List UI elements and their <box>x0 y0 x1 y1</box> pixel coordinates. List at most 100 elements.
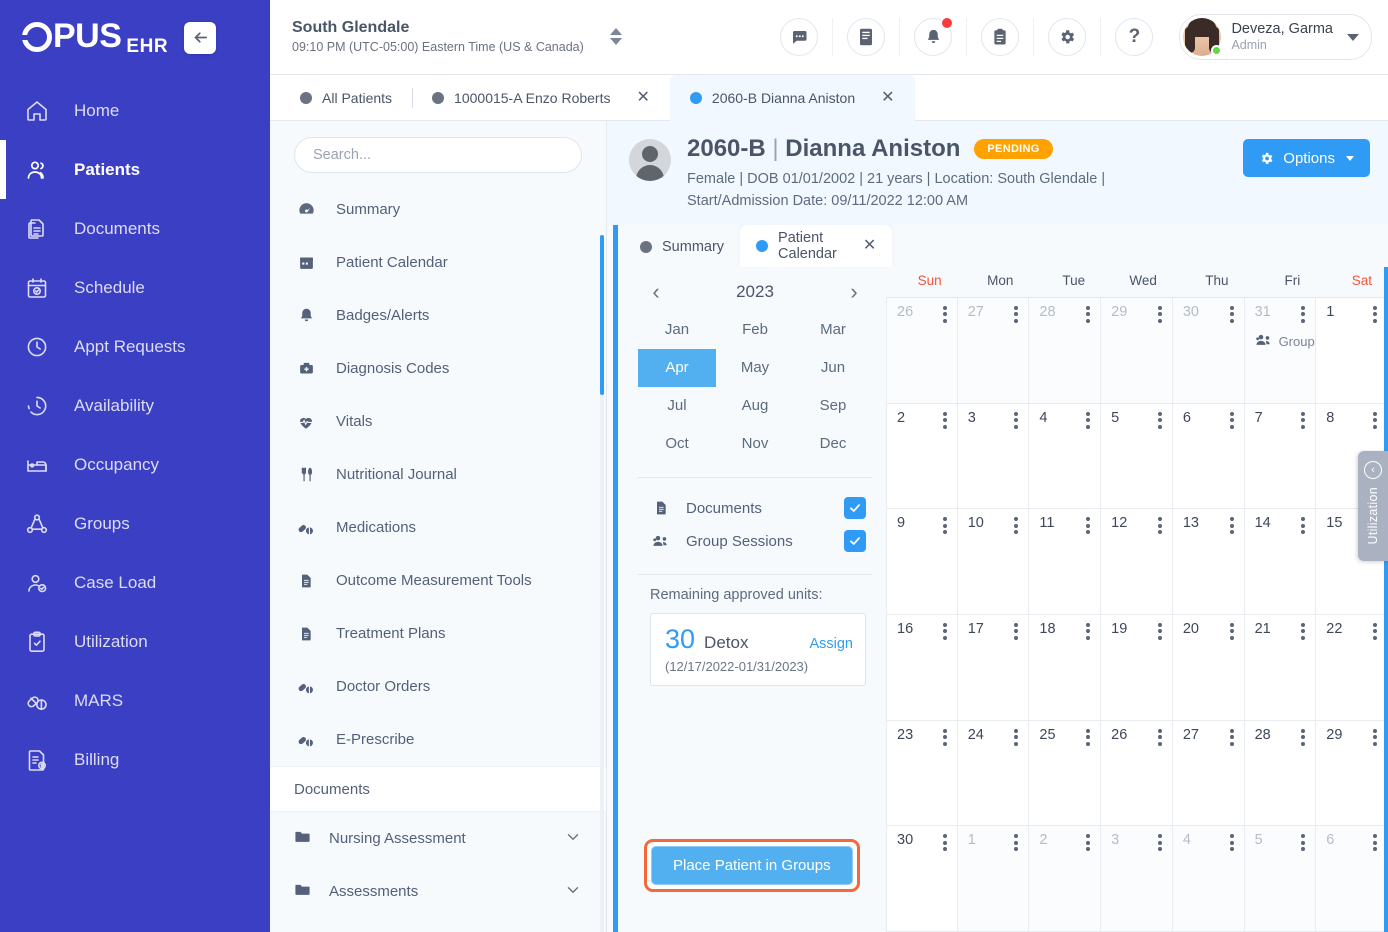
calendar-cell-menu-icon[interactable] <box>1156 727 1164 748</box>
sidebar-item-mars[interactable]: MARS <box>0 671 270 730</box>
calendar-day-cell[interactable]: 17 <box>957 614 1030 721</box>
calendar-cell-menu-icon[interactable] <box>1084 832 1092 853</box>
calendar-day-cell[interactable]: 4 <box>1029 403 1102 510</box>
calendar-cell-menu-icon[interactable] <box>1012 832 1020 853</box>
search-input[interactable] <box>294 137 582 173</box>
calendar-cell-menu-icon[interactable] <box>1371 304 1379 325</box>
calendar-cell-menu-icon[interactable] <box>1156 304 1164 325</box>
calendar-cell-menu-icon[interactable] <box>1012 304 1020 325</box>
calendar-cell-menu-icon[interactable] <box>1228 515 1236 536</box>
calendar-day-cell[interactable]: 14 <box>1244 509 1317 615</box>
patient-menu-folder-nursing-assessment[interactable]: Nursing Assessment <box>270 812 606 865</box>
calendar-day-cell[interactable]: 2 <box>886 403 958 510</box>
calendar-day-cell[interactable]: 3 <box>1101 826 1173 932</box>
calendar-cell-menu-icon[interactable] <box>941 304 949 325</box>
calendar-cell-menu-icon[interactable] <box>1084 410 1092 431</box>
sidebar-item-groups[interactable]: Groups <box>0 494 270 553</box>
patient-menu-item-medications[interactable]: Medications <box>270 501 606 554</box>
month-cell-mar[interactable]: Mar <box>794 311 872 349</box>
calendar-day-cell[interactable]: 9 <box>886 509 958 615</box>
patient-menu-item-treatment-plans[interactable]: Treatment Plans <box>270 607 606 660</box>
calendar-cell-menu-icon[interactable] <box>1228 410 1236 431</box>
calendar-day-cell[interactable]: 3 <box>957 403 1030 510</box>
inner-tab-summary[interactable]: Summary <box>624 226 741 267</box>
calendar-day-cell[interactable]: 26 <box>1101 720 1173 827</box>
close-icon[interactable]: ✕ <box>637 90 650 106</box>
calendar-filter-group-sessions[interactable]: Group Sessions <box>650 525 866 558</box>
prev-year-button[interactable]: ‹ <box>646 280 666 303</box>
calendar-cell-menu-icon[interactable] <box>1084 621 1092 642</box>
sidebar-item-billing[interactable]: Billing <box>0 730 270 789</box>
sidebar-item-availability[interactable]: Availability <box>0 376 270 435</box>
notes-icon[interactable] <box>847 18 886 56</box>
sidebar-item-appt-requests[interactable]: Appt Requests <box>0 317 270 376</box>
calendar-cell-menu-icon[interactable] <box>1156 515 1164 536</box>
assign-units-link[interactable]: Assign <box>809 636 853 652</box>
calendar-cell-menu-icon[interactable] <box>1084 727 1092 748</box>
calendar-cell-menu-icon[interactable] <box>1371 727 1379 748</box>
patient-menu-item-e-prescribe[interactable]: E-Prescribe <box>270 713 606 766</box>
sidebar-item-home[interactable]: Home <box>0 81 270 140</box>
chevron-down-icon[interactable] <box>564 828 582 850</box>
calendar-cell-menu-icon[interactable] <box>1299 727 1307 748</box>
calendar-cell-menu-icon[interactable] <box>1228 727 1236 748</box>
clipboard-icon[interactable] <box>981 18 1020 56</box>
calendar-day-cell[interactable]: 21 <box>1244 614 1317 721</box>
calendar-day-cell[interactable]: 22 <box>1316 614 1388 721</box>
calendar-cell-menu-icon[interactable] <box>1156 832 1164 853</box>
calendar-day-cell[interactable]: 13 <box>1172 509 1245 615</box>
calendar-day-cell[interactable]: 6 <box>1172 403 1245 510</box>
calendar-day-cell[interactable]: 29 <box>1316 720 1388 827</box>
calendar-day-cell[interactable]: 30 <box>886 826 958 932</box>
sidebar-item-patients[interactable]: Patients <box>0 140 270 199</box>
user-menu[interactable]: Deveza, Garma Admin <box>1179 14 1372 60</box>
month-cell-may[interactable]: May <box>716 349 794 387</box>
facility-selector[interactable]: South Glendale 09:10 PM (UTC-05:00) East… <box>292 18 622 55</box>
calendar-cell-menu-icon[interactable] <box>1371 832 1379 853</box>
month-cell-dec[interactable]: Dec <box>794 425 872 463</box>
patient-menu-item-doctor-orders[interactable]: Doctor Orders <box>270 660 606 713</box>
patient-menu-item-vitals[interactable]: Vitals <box>270 395 606 448</box>
patient-menu-item-nutritional-journal[interactable]: Nutritional Journal <box>270 448 606 501</box>
calendar-day-cell[interactable]: 30 <box>1172 297 1245 404</box>
help-icon[interactable]: ? <box>1115 18 1154 56</box>
patient-tab-3[interactable]: 2060-B Dianna Aniston ✕ <box>669 75 915 122</box>
calendar-cell-menu-icon[interactable] <box>1084 515 1092 536</box>
patient-tab-2[interactable]: 1000015-A Enzo Roberts ✕ <box>412 75 670 121</box>
month-cell-jan[interactable]: Jan <box>638 311 716 349</box>
scrollbar-thumb[interactable] <box>600 235 604 395</box>
calendar-cell-menu-icon[interactable] <box>1012 515 1020 536</box>
calendar-day-cell[interactable]: 12 <box>1101 509 1173 615</box>
sidebar-collapse-button[interactable] <box>184 21 217 54</box>
calendar-cell-menu-icon[interactable] <box>1156 621 1164 642</box>
calendar-cell-menu-icon[interactable] <box>1012 410 1020 431</box>
calendar-day-cell[interactable]: 19 <box>1101 614 1173 721</box>
calendar-day-cell[interactable]: 28 <box>1029 297 1102 404</box>
calendar-day-cell[interactable]: 27 <box>957 297 1030 404</box>
calendar-day-cell[interactable]: 4 <box>1172 826 1245 932</box>
calendar-cell-menu-icon[interactable] <box>1228 832 1236 853</box>
patient-tab-1[interactable]: All Patients <box>280 75 412 121</box>
calendar-cell-menu-icon[interactable] <box>1012 621 1020 642</box>
calendar-cell-menu-icon[interactable] <box>1299 832 1307 853</box>
options-button[interactable]: Options <box>1243 139 1370 177</box>
month-cell-oct[interactable]: Oct <box>638 425 716 463</box>
calendar-day-cell[interactable]: 18 <box>1029 614 1102 721</box>
patient-menu-item-diagnosis-codes[interactable]: Diagnosis Codes <box>270 342 606 395</box>
calendar-day-cell[interactable]: 25 <box>1029 720 1102 827</box>
calendar-cell-menu-icon[interactable] <box>1228 304 1236 325</box>
calendar-cell-menu-icon[interactable] <box>1084 304 1092 325</box>
sidebar-item-occupancy[interactable]: Occupancy <box>0 435 270 494</box>
bell-icon[interactable] <box>914 17 954 56</box>
calendar-day-cell[interactable]: 20 <box>1172 614 1245 721</box>
calendar-cell-menu-icon[interactable] <box>1299 621 1307 642</box>
calendar-cell-menu-icon[interactable] <box>941 832 949 853</box>
inner-tab-patient-calendar[interactable]: Patient Calendar ✕ <box>740 224 893 267</box>
calendar-cell-menu-icon[interactable] <box>1299 304 1307 325</box>
calendar-day-cell[interactable]: 1 <box>1316 297 1388 404</box>
calendar-day-cell[interactable]: 6 <box>1316 826 1388 932</box>
calendar-day-cell[interactable]: 24 <box>957 720 1030 827</box>
sidebar-item-schedule[interactable]: Schedule <box>0 258 270 317</box>
month-cell-feb[interactable]: Feb <box>716 311 794 349</box>
facility-switch-icon[interactable] <box>609 28 622 46</box>
